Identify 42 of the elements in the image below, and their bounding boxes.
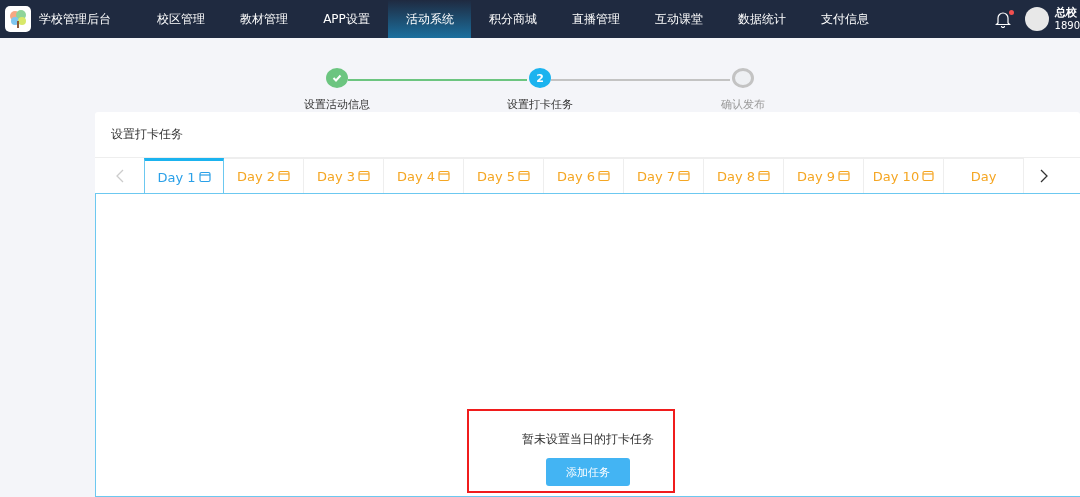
calendar-icon — [518, 170, 531, 182]
user-phone: 1890 — [1054, 19, 1080, 32]
step-label: 确认发布 — [721, 97, 765, 112]
step-circle: 2 — [529, 68, 551, 88]
nav-tab[interactable]: 数据统计 — [720, 0, 803, 38]
nav-tab[interactable]: 教材管理 — [222, 0, 305, 38]
brand-title: 学校管理后台 — [39, 10, 112, 28]
day-tab[interactable]: Day 10 — [864, 158, 944, 193]
step-label: 设置打卡任务 — [507, 97, 573, 112]
calendar-icon — [598, 170, 611, 182]
calendar-icon — [758, 170, 771, 182]
day-tab[interactable]: Day 9 — [784, 158, 864, 193]
day-tab[interactable]: Day 5 — [464, 158, 544, 193]
day-tab[interactable]: Day 7 — [624, 158, 704, 193]
avatar[interactable] — [1024, 7, 1049, 31]
nav-tab[interactable]: 互动课堂 — [637, 0, 720, 38]
calendar-icon — [438, 170, 451, 182]
empty-message: 暂未设置当日的打卡任务 — [522, 431, 654, 448]
add-task-button[interactable]: 添加任务 — [546, 458, 630, 486]
day-tab[interactable]: Day 8 — [704, 158, 784, 193]
nav-tab[interactable]: 支付信息 — [803, 0, 886, 38]
nav-tab[interactable]: 校区管理 — [139, 0, 222, 38]
bell-icon[interactable] — [994, 10, 1011, 28]
calendar-icon — [678, 170, 691, 182]
calendar-icon — [358, 170, 371, 182]
day-tab[interactable]: Day 4 — [384, 158, 464, 193]
tree-logo-icon — [5, 6, 31, 32]
calendar-icon — [198, 171, 211, 183]
nav-tab[interactable]: APP设置 — [305, 0, 388, 38]
day-tab[interactable]: Day 3 — [304, 158, 384, 193]
day-tab[interactable]: Day — [944, 158, 1024, 193]
day-tab[interactable]: Day 6 — [544, 158, 624, 193]
step-label: 设置活动信息 — [304, 97, 370, 112]
nav-tab[interactable]: 直播管理 — [554, 0, 637, 38]
nav-tab[interactable]: 活动系统 — [388, 0, 471, 38]
calendar-icon — [278, 170, 291, 182]
day-tab[interactable]: Day 1 — [144, 158, 224, 193]
nav-tab[interactable]: 积分商城 — [471, 0, 554, 38]
calendar-icon — [838, 170, 851, 182]
calendar-icon — [922, 170, 935, 182]
day-tab[interactable]: Day 2 — [224, 158, 304, 193]
user-name: 总校 — [1054, 6, 1078, 19]
